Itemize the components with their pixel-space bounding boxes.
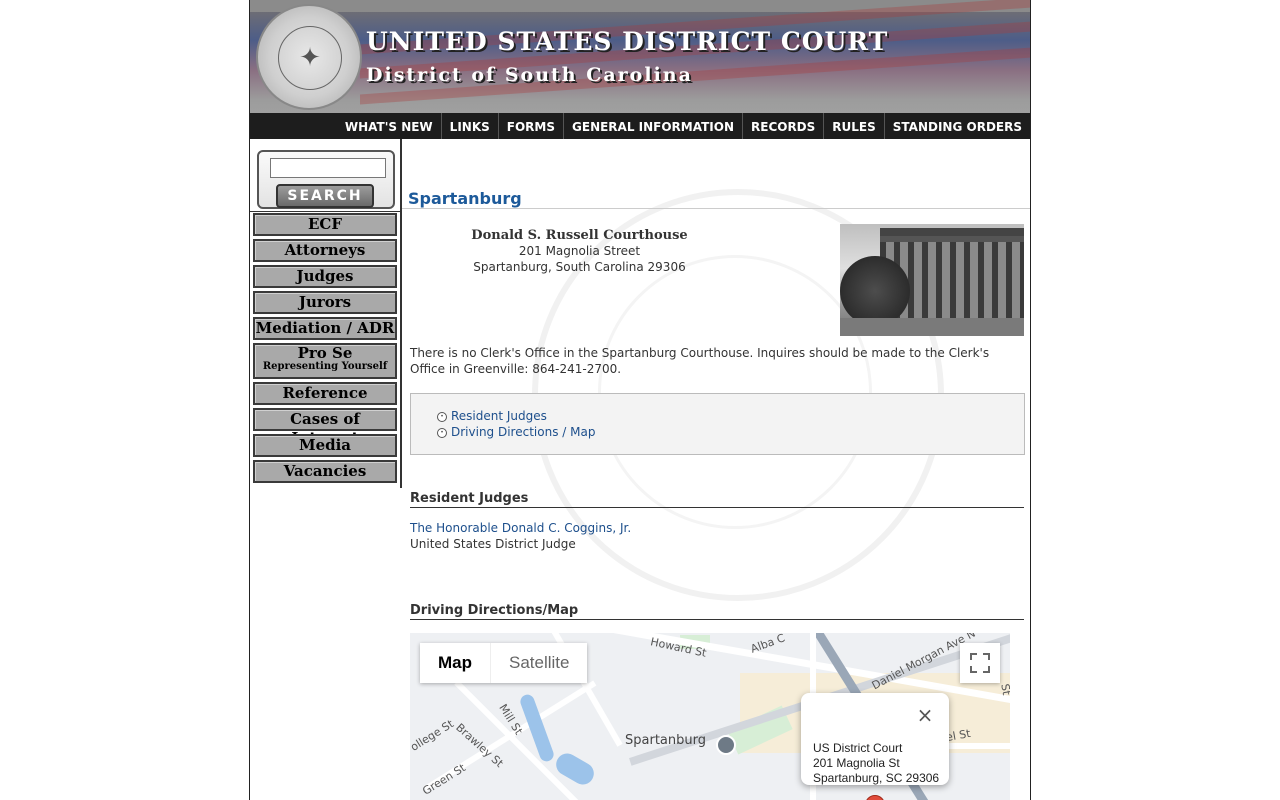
nav-rules[interactable]: RULES [823, 113, 883, 139]
map-type-map-button[interactable]: Map [420, 643, 490, 683]
map-label-green-st: Green St [420, 761, 468, 798]
close-icon[interactable]: × [915, 705, 935, 725]
seal-watermark-inner [598, 255, 872, 529]
sidebar-item-cases-of-interest[interactable]: Cases of Interest [253, 408, 397, 447]
clerk-office-note: There is no Clerk's Office in the Sparta… [410, 346, 990, 376]
nav-whats-new[interactable]: WHAT'S NEW [337, 113, 441, 139]
fullscreen-glyph [970, 653, 990, 673]
courthouse-street: 201 Magnolia Street [518, 244, 641, 258]
banner-title: UNITED STATES DISTRICT COURT [366, 27, 889, 56]
bullet-icon: • [437, 412, 447, 422]
search-input[interactable] [270, 158, 386, 178]
info-window-street: 201 Magnolia St [813, 756, 900, 770]
bullet-icon: • [437, 428, 447, 438]
nav-standing-orders[interactable]: STANDING ORDERS [883, 113, 1030, 139]
map-type-satellite-button[interactable]: Satellite [490, 643, 587, 683]
nav-records[interactable]: RECORDS [742, 113, 823, 139]
photo-lawn [840, 318, 1024, 336]
google-map[interactable]: Howard St Alba C Daniel Morgan Ave N St … [410, 633, 1010, 800]
fullscreen-icon[interactable] [960, 643, 1000, 683]
sidebar-item-ecf[interactable]: ECF [253, 213, 397, 236]
map-label-college-st: ollege St [410, 717, 456, 754]
judge-link[interactable]: The Honorable Donald C. Coggins, Jr. [410, 521, 631, 535]
page-title: Spartanburg [408, 189, 522, 208]
sidebar-item-reference[interactable]: Reference [253, 382, 397, 405]
map-type-control: Map Satellite [420, 643, 588, 683]
link-resident-judges[interactable]: Resident Judges [451, 409, 547, 423]
sidebar-item-sublabel: Representing Yourself [262, 361, 388, 372]
map-marker-icon[interactable] [865, 795, 885, 800]
sidebar-item-attorneys[interactable]: Attorneys [253, 239, 397, 262]
sidebar-divider [250, 211, 400, 212]
main-content: Spartanburg Donald S. Russell Courthouse… [402, 139, 1030, 800]
page-wrapper: ✦ UNITED STATES DISTRICT COURT District … [249, 0, 1031, 800]
nav-links[interactable]: LINKS [440, 113, 498, 139]
info-window-title: US District Court [813, 741, 903, 755]
sidebar-item-label: Pro Se [297, 344, 353, 362]
court-seal-icon[interactable]: ✦ [256, 4, 362, 110]
banner-subtitle: District of South Carolina [366, 64, 693, 86]
search-box: SEARCH [257, 150, 395, 209]
sidebar-item-mediation-adr[interactable]: Mediation / ADR [253, 317, 397, 340]
eagle-icon: ✦ [278, 26, 342, 90]
info-window-city: Spartanburg, SC 29306 [813, 771, 940, 785]
sidebar-item-vacancies[interactable]: Vacancies [253, 460, 397, 483]
courthouse-city: Spartanburg, South Carolina 29306 [473, 260, 686, 274]
map-info-window: × US District Court 201 Magnolia St Spar… [801, 693, 949, 785]
top-navigation: WHAT'S NEW LINKS FORMS GENERAL INFORMATI… [250, 113, 1030, 139]
train-station-icon[interactable] [716, 735, 736, 755]
sidebar-item-pro-se[interactable]: Pro Se Representing Yourself [253, 343, 397, 379]
directions-heading: Driving Directions/Map [410, 603, 1024, 620]
search-button[interactable]: SEARCH [276, 184, 374, 208]
map-label-st: St [998, 682, 1010, 697]
title-divider [402, 208, 1030, 209]
quick-links-box: • Resident Judges • Driving Directions /… [410, 393, 1025, 455]
sidebar-item-judges[interactable]: Judges [253, 265, 397, 288]
sidebar-item-media[interactable]: Media [253, 434, 397, 457]
judge-title: United States District Judge [410, 537, 576, 551]
courthouse-name: Donald S. Russell Courthouse [471, 228, 688, 243]
photo-tree [840, 256, 910, 326]
site-banner: ✦ UNITED STATES DISTRICT COURT District … [250, 0, 1030, 113]
courthouse-photo [840, 224, 1024, 336]
sidebar-item-jurors[interactable]: Jurors [253, 291, 397, 314]
nav-general-information[interactable]: GENERAL INFORMATION [563, 113, 742, 139]
nav-forms[interactable]: FORMS [497, 113, 563, 139]
map-label-spartanburg: Spartanburg [625, 733, 706, 748]
link-driving-directions[interactable]: Driving Directions / Map [451, 425, 595, 439]
resident-judges-heading: Resident Judges [410, 491, 1024, 508]
sidebar: SEARCH ECF Attorneys Judges Jurors Media… [250, 139, 402, 488]
